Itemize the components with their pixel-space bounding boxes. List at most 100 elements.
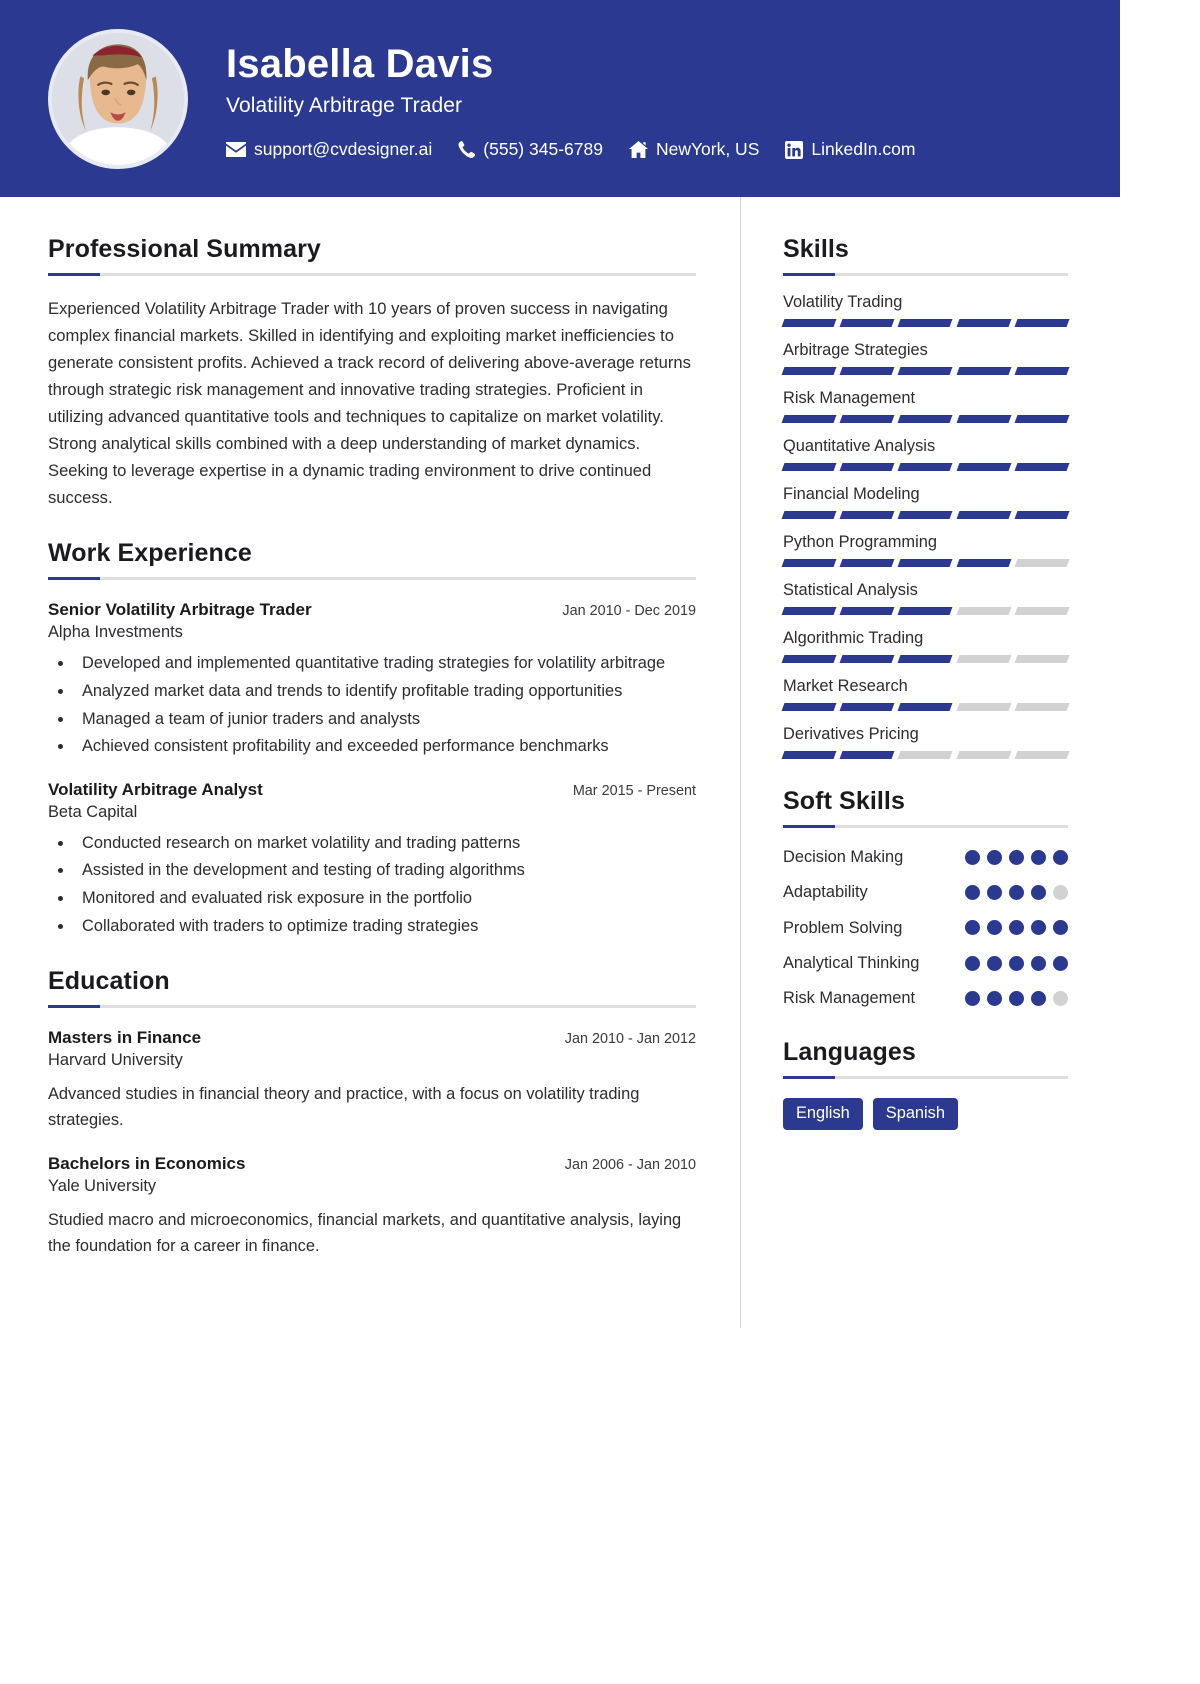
skill-segment-filled [897, 463, 954, 471]
skill-label: Statistical Analysis [783, 581, 918, 599]
resume-header: Isabella Davis Volatility Arbitrage Trad… [0, 0, 1120, 197]
section-professional-summary: Professional Summary Experienced Volatil… [48, 235, 696, 511]
skill-segment-filled [897, 319, 954, 327]
rating-dot-filled [1031, 990, 1046, 1006]
education-entry: Masters in Finance Jan 2010 - Jan 2012 H… [48, 1028, 696, 1134]
rating-dot-filled [987, 955, 1002, 971]
rating-dot-empty [1053, 990, 1068, 1006]
skill-segment-filled [956, 463, 1012, 471]
entry-bullets: Conducted research on market volatility … [74, 831, 696, 939]
skill-level-bar [781, 751, 1070, 759]
entry-date: Jan 2010 - Jan 2012 [564, 1031, 696, 1048]
soft-skill-row: Analytical Thinking [783, 952, 1068, 974]
rating-dot-filled [987, 849, 1002, 865]
skill-segment-filled [839, 607, 895, 615]
skill-level-bar [781, 319, 1070, 327]
skill-segment-filled [839, 367, 895, 375]
skill-label: Financial Modeling [783, 485, 920, 503]
skill-segment-filled [839, 511, 895, 519]
envelope-icon [226, 142, 246, 157]
entry-role: Volatility Arbitrage Analyst [48, 779, 263, 799]
list-item: Assisted in the development and testing … [74, 858, 696, 884]
language-chip: English [783, 1097, 863, 1130]
rating-dot-filled [1009, 884, 1024, 900]
skill-segment-empty [897, 751, 954, 759]
skill-segment-filled [781, 415, 837, 423]
contact-linkedin[interactable]: LinkedIn.com [785, 139, 915, 160]
skill-level-bar [781, 415, 1070, 423]
page-title: Isabella Davis [226, 42, 494, 86]
skill-label: Volatility Trading [783, 293, 903, 311]
experience-entry: Senior Volatility Arbitrage Trader Jan 2… [48, 600, 696, 759]
header-text: Isabella Davis Volatility Arbitrage Trad… [226, 37, 915, 160]
skill-segment-filled [781, 559, 837, 567]
soft-skill-rating [965, 990, 1068, 1006]
skill-label: Algorithmic Trading [783, 629, 924, 647]
rating-dot-filled [1053, 849, 1068, 865]
skill-row: Python Programming [781, 533, 1070, 567]
skill-segment-filled [897, 607, 954, 615]
entry-date: Jan 2010 - Dec 2019 [562, 603, 696, 620]
entry-description: Advanced studies in financial theory and… [48, 1085, 640, 1130]
contact-phone[interactable]: (555) 345-6789 [458, 139, 603, 160]
section-heading-education: Education [48, 967, 170, 996]
contact-email[interactable]: support@cvdesigner.ai [226, 139, 432, 160]
skill-segment-filled [839, 703, 895, 711]
rating-dot-filled [1009, 990, 1024, 1006]
entry-bullets: Developed and implemented quantitative t… [74, 651, 696, 759]
skill-segment-filled [1014, 367, 1070, 375]
section-divider [783, 273, 1068, 276]
skill-label: Derivatives Pricing [783, 725, 919, 743]
skill-segment-filled [781, 703, 837, 711]
skill-row: Derivatives Pricing [781, 725, 1070, 759]
section-languages: Languages English Spanish [783, 1038, 1068, 1130]
skill-label: Risk Management [783, 389, 916, 407]
education-entry: Bachelors in Economics Jan 2006 - Jan 20… [48, 1154, 696, 1260]
skill-segment-filled [897, 559, 954, 567]
skill-segment-filled [839, 415, 895, 423]
sidebar-column: Skills Volatility Trading Arbitrage Strat… [740, 197, 1120, 1328]
skill-segment-empty [1014, 751, 1070, 759]
skill-segment-filled [781, 463, 837, 471]
skill-segment-filled [839, 655, 895, 663]
skill-label: Quantitative Analysis [783, 437, 936, 455]
entry-date: Mar 2015 - Present [572, 782, 696, 799]
entry-header: Senior Volatility Arbitrage Trader Jan 2… [48, 600, 696, 620]
contact-email-label: support@cvdesigner.ai [254, 139, 433, 159]
soft-skill-rating [965, 920, 1068, 936]
skill-level-bar [781, 607, 1070, 615]
skill-segment-filled [781, 607, 837, 615]
rating-dot-filled [1009, 920, 1024, 936]
rating-dot-filled [965, 920, 980, 936]
section-work-experience: Work Experience Senior Volatility Arbitr… [48, 539, 696, 939]
entry-institution: Yale University [48, 1176, 157, 1195]
phone-icon [458, 141, 476, 158]
section-heading-skills: Skills [783, 235, 849, 263]
skill-segment-filled [897, 703, 954, 711]
rating-dot-filled [1053, 920, 1068, 936]
entry-date: Jan 2006 - Jan 2010 [564, 1156, 696, 1173]
skill-row: Quantitative Analysis [781, 437, 1070, 471]
soft-skill-label: Adaptability [783, 883, 868, 902]
entry-role: Senior Volatility Arbitrage Trader [48, 600, 312, 620]
skill-label: Arbitrage Strategies [783, 341, 928, 359]
summary-text: Experienced Volatility Arbitrage Trader … [48, 299, 691, 508]
resume-page: Isabella Davis Volatility Arbitrage Trad… [0, 0, 1120, 1684]
soft-skill-row: Adaptability [783, 881, 1068, 903]
soft-skill-label: Decision Making [783, 848, 904, 866]
rating-dot-filled [987, 920, 1002, 936]
rating-dot-filled [965, 884, 980, 900]
skill-segment-filled [839, 463, 895, 471]
skill-row: Statistical Analysis [781, 581, 1070, 615]
rating-dot-filled [1031, 920, 1046, 936]
rating-dot-filled [965, 849, 980, 865]
section-heading-summary: Professional Summary [48, 235, 321, 263]
contact-location[interactable]: NewYork, US [628, 139, 760, 160]
soft-skill-rating [965, 955, 1068, 971]
skill-segment-filled [1014, 415, 1070, 423]
contact-location-label: NewYork, US [655, 139, 760, 159]
skill-segment-filled [956, 511, 1012, 519]
language-chip-list: English Spanish [783, 1097, 1068, 1130]
rating-dot-filled [987, 884, 1002, 900]
soft-skill-row: Risk Management [783, 987, 1068, 1009]
